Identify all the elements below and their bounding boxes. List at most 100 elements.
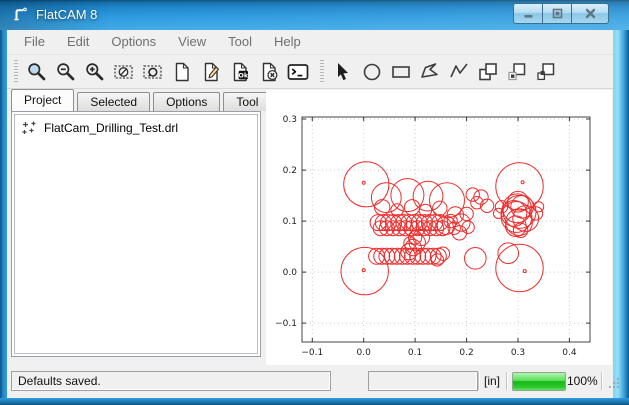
flatcam-logo-icon [12, 6, 29, 23]
zoom-fit-icon [25, 60, 49, 84]
draw-circle-icon [360, 60, 384, 84]
copy-shape-button[interactable] [473, 58, 502, 86]
file-ok-button[interactable]: Ok [225, 58, 254, 86]
close-button[interactable] [572, 3, 609, 24]
menu-tool[interactable]: Tool [217, 30, 263, 54]
tab-project[interactable]: Project [11, 89, 74, 111]
tab-tool[interactable]: Tool [223, 92, 271, 111]
window-title: FlatCAM 8 [36, 0, 97, 30]
status-separator [506, 372, 507, 390]
project-panel: FlatCam_Drilling_Test.drl [11, 111, 261, 357]
draw-path-icon [447, 60, 471, 84]
file-ok-icon: Ok [228, 60, 252, 84]
left-panel-tabs: Project Selected Options Tool [7, 89, 274, 111]
menu-file[interactable]: File [13, 30, 56, 54]
plot-toolbar-group: Ok [22, 58, 312, 86]
svg-text:−0.1: −0.1 [275, 319, 297, 329]
select-pointer-button[interactable] [328, 58, 357, 86]
clear-plot-button[interactable] [109, 58, 138, 86]
menu-view[interactable]: View [167, 30, 217, 54]
main-toolbar: Ok [7, 55, 613, 89]
menu-options[interactable]: Options [100, 30, 167, 54]
zoom-out-icon [54, 60, 78, 84]
zoom-fit-button[interactable] [22, 58, 51, 86]
resize-grip-icon[interactable] [608, 375, 621, 388]
svg-text:0.2: 0.2 [459, 348, 473, 358]
svg-text:0.1: 0.1 [408, 348, 422, 358]
menu-bar: File Edit Options View Tool Help [7, 30, 613, 55]
plot-axes-frame [302, 117, 590, 342]
status-separator [601, 372, 602, 390]
minimize-icon [523, 8, 534, 19]
minimize-button[interactable] [513, 3, 543, 24]
replot-icon [141, 60, 165, 84]
svg-text:Ok: Ok [238, 71, 249, 79]
duplicate-shape-icon [534, 60, 558, 84]
toolbar-drag-handle[interactable] [14, 60, 18, 84]
flatcam-window: FlatCAM 8 File Edit Options View Tool He… [0, 0, 629, 405]
file-cancel-button[interactable] [254, 58, 283, 86]
plot-ticks-and-labels: −0.1 0.0 0.1 0.2 0.3 0.4 −0.1 0.0 0.1 0.2 0.3 [275, 115, 590, 358]
duplicate-shape-button[interactable] [531, 58, 560, 86]
maximize-icon [552, 8, 563, 19]
drill-circles [341, 162, 544, 295]
new-file-button[interactable] [167, 58, 196, 86]
status-bar: Defaults saved. [in] 100% [7, 368, 613, 398]
draw-polygon-button[interactable] [415, 58, 444, 86]
maximize-button[interactable] [543, 3, 572, 24]
units-label: [in] [484, 371, 500, 391]
title-bar[interactable]: FlatCAM 8 [0, 0, 629, 30]
plot-canvas[interactable]: −0.1 0.0 0.1 0.2 0.3 0.4 −0.1 0.0 0.1 0.2 0.3 [266, 90, 612, 365]
edit-file-button[interactable] [196, 58, 225, 86]
svg-text:0.2: 0.2 [283, 166, 297, 176]
toolbar-drag-handle[interactable] [320, 60, 324, 84]
svg-text:0.3: 0.3 [283, 115, 297, 125]
plot-gridlines [302, 117, 590, 342]
progress-percent: 100% [567, 371, 598, 391]
svg-text:0.3: 0.3 [511, 348, 525, 358]
select-pointer-icon [331, 60, 355, 84]
edit-file-icon [199, 60, 223, 84]
draw-rectangle-icon [389, 60, 413, 84]
svg-text:0.4: 0.4 [562, 348, 577, 358]
replot-button[interactable] [138, 58, 167, 86]
copy-shape-icon [476, 60, 500, 84]
svg-text:0.1: 0.1 [283, 217, 297, 227]
draw-path-button[interactable] [444, 58, 473, 86]
window-border-right [613, 30, 629, 398]
close-icon [585, 8, 596, 19]
shell-button[interactable] [283, 58, 312, 86]
window-border-left [0, 30, 7, 398]
svg-text:0.0: 0.0 [357, 348, 372, 358]
menu-edit[interactable]: Edit [56, 30, 100, 54]
drill-points-icon [21, 120, 37, 136]
zoom-out-button[interactable] [51, 58, 80, 86]
status-separator [478, 372, 479, 390]
draw-rectangle-button[interactable] [386, 58, 415, 86]
status-message: Defaults saved. [11, 371, 331, 391]
zoom-in-button[interactable] [80, 58, 109, 86]
tree-item[interactable]: FlatCam_Drilling_Test.drl [15, 115, 257, 141]
window-border-bottom [0, 398, 629, 405]
progress-bar-fill [513, 373, 565, 390]
move-shape-button[interactable] [502, 58, 531, 86]
file-cancel-icon [257, 60, 281, 84]
plot-area: −0.1 0.0 0.1 0.2 0.3 0.4 −0.1 0.0 0.1 0.2 0.3 [266, 90, 612, 365]
progress-bar [512, 372, 566, 391]
tab-selected[interactable]: Selected [77, 92, 150, 111]
zoom-in-icon [83, 60, 107, 84]
project-tree: FlatCam_Drilling_Test.drl [14, 114, 258, 354]
draw-polygon-icon [418, 60, 442, 84]
clear-plot-icon [112, 60, 136, 84]
geometry-toolbar-group [328, 58, 560, 86]
status-aux-panel [368, 371, 478, 391]
window-controls [513, 3, 609, 22]
new-file-icon [170, 60, 194, 84]
draw-circle-button[interactable] [357, 58, 386, 86]
svg-text:0.0: 0.0 [283, 268, 298, 278]
menu-help[interactable]: Help [263, 30, 312, 54]
move-shape-icon [505, 60, 529, 84]
svg-text:−0.1: −0.1 [301, 348, 323, 358]
tab-options[interactable]: Options [153, 92, 220, 111]
tree-item-label: FlatCam_Drilling_Test.drl [44, 121, 178, 135]
